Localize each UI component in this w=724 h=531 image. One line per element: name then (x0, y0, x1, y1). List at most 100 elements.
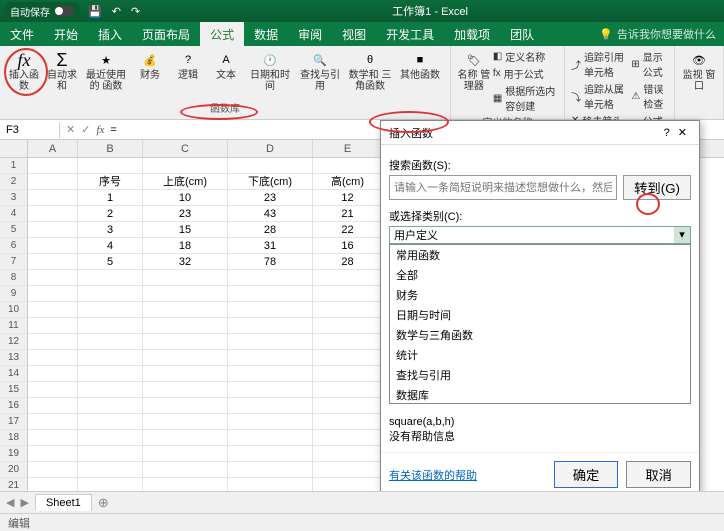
autosave-toggle[interactable]: 自动保存 (4, 2, 80, 21)
dropdown-option[interactable]: 数学与三角函数 (390, 325, 690, 345)
cell[interactable]: 23 (228, 190, 313, 206)
cell[interactable] (28, 222, 78, 238)
autosum-button[interactable]: Σ自动求和 (44, 48, 80, 94)
cell[interactable] (143, 446, 228, 462)
cell[interactable] (313, 446, 383, 462)
help-icon[interactable]: ? (660, 127, 674, 139)
dropdown-option[interactable]: 数据库 (390, 385, 690, 404)
cell[interactable] (313, 462, 383, 478)
cell[interactable] (78, 334, 143, 350)
redo-icon[interactable]: ↷ (131, 5, 140, 18)
sheet-nav-prev-icon[interactable]: ◀ (6, 496, 14, 509)
cell[interactable] (143, 366, 228, 382)
cell[interactable] (28, 254, 78, 270)
cell[interactable] (143, 414, 228, 430)
cell[interactable] (143, 318, 228, 334)
sheet-tab[interactable]: Sheet1 (35, 494, 92, 511)
cancel-button[interactable]: 取消 (626, 461, 691, 488)
cell[interactable] (28, 414, 78, 430)
dropdown-option[interactable]: 全部 (390, 265, 690, 285)
cell[interactable] (143, 462, 228, 478)
ok-button[interactable]: 确定 (554, 461, 619, 488)
cell[interactable]: 32 (143, 254, 228, 270)
chevron-down-icon[interactable]: ▾ (674, 227, 690, 243)
cell[interactable] (313, 382, 383, 398)
col-header[interactable]: A (28, 140, 78, 157)
cell[interactable]: 31 (228, 238, 313, 254)
enter-icon[interactable]: ✓ (81, 123, 90, 136)
tab-view[interactable]: 视图 (332, 22, 376, 46)
cell[interactable] (28, 190, 78, 206)
row-header[interactable]: 14 (0, 366, 28, 382)
cell[interactable]: 5 (78, 254, 143, 270)
insert-function-button[interactable]: fx插入函数 (6, 48, 42, 94)
watch-window-button[interactable]: 👁监视 窗口 (681, 48, 717, 94)
financial-button[interactable]: 💰财务 (132, 48, 168, 94)
cell[interactable] (28, 446, 78, 462)
trace-precedents-button[interactable]: ⤴追踪引用单元格 (571, 48, 629, 80)
name-manager-button[interactable]: 🏷名称 管理器 (457, 48, 491, 114)
cell[interactable]: 22 (313, 222, 383, 238)
dropdown-option[interactable]: 财务 (390, 285, 690, 305)
tab-devtools[interactable]: 开发工具 (376, 22, 444, 46)
cell[interactable] (313, 414, 383, 430)
cell[interactable]: 下底(cm) (228, 174, 313, 190)
cell[interactable] (228, 446, 313, 462)
define-name-button[interactable]: ◧定义名称 (493, 48, 558, 65)
cell[interactable] (78, 302, 143, 318)
cell[interactable]: 18 (143, 238, 228, 254)
row-header[interactable]: 2 (0, 174, 28, 190)
cell[interactable] (228, 158, 313, 174)
cell[interactable] (143, 270, 228, 286)
cell[interactable] (28, 238, 78, 254)
row-header[interactable]: 16 (0, 398, 28, 414)
show-formulas-button[interactable]: ⊞显示公式 (631, 48, 668, 80)
cell[interactable] (143, 302, 228, 318)
col-header[interactable]: B (78, 140, 143, 157)
cancel-icon[interactable]: ✕ (66, 123, 75, 136)
cell[interactable] (228, 398, 313, 414)
cell[interactable]: 1 (78, 190, 143, 206)
cell[interactable] (313, 270, 383, 286)
cell[interactable] (143, 398, 228, 414)
cell[interactable] (28, 462, 78, 478)
cell[interactable]: 4 (78, 238, 143, 254)
cell[interactable] (143, 350, 228, 366)
cell[interactable] (28, 158, 78, 174)
cell[interactable] (313, 398, 383, 414)
cell[interactable] (313, 302, 383, 318)
cell[interactable]: 高(cm) (313, 174, 383, 190)
cell[interactable] (228, 270, 313, 286)
cell[interactable] (228, 382, 313, 398)
cell[interactable]: 3 (78, 222, 143, 238)
cell[interactable] (78, 158, 143, 174)
cell[interactable] (28, 286, 78, 302)
cell[interactable] (28, 174, 78, 190)
row-header[interactable]: 10 (0, 302, 28, 318)
cell[interactable] (78, 414, 143, 430)
cell[interactable] (228, 430, 313, 446)
row-header[interactable]: 3 (0, 190, 28, 206)
row-header[interactable]: 6 (0, 238, 28, 254)
cell[interactable] (78, 382, 143, 398)
close-icon[interactable]: ✕ (674, 126, 691, 139)
row-header[interactable]: 13 (0, 350, 28, 366)
cell[interactable] (143, 286, 228, 302)
tab-addins[interactable]: 加载项 (444, 22, 500, 46)
cell[interactable] (228, 462, 313, 478)
datetime-button[interactable]: 🕐日期和时间 (246, 48, 294, 94)
cell[interactable] (78, 350, 143, 366)
dropdown-option[interactable]: 统计 (390, 345, 690, 365)
row-header[interactable]: 19 (0, 446, 28, 462)
cell[interactable] (313, 350, 383, 366)
cell[interactable] (228, 366, 313, 382)
cell[interactable] (28, 302, 78, 318)
cell[interactable]: 15 (143, 222, 228, 238)
tab-data[interactable]: 数据 (244, 22, 288, 46)
cell[interactable]: 12 (313, 190, 383, 206)
tell-me[interactable]: 💡 告诉我你想要做什么 (591, 22, 724, 46)
category-combo[interactable]: 用户定义 ▾ 常用函数全部财务日期与时间数学与三角函数统计查找与引用数据库文本逻… (389, 226, 691, 244)
cell[interactable] (78, 446, 143, 462)
row-header[interactable]: 12 (0, 334, 28, 350)
cell[interactable]: 28 (228, 222, 313, 238)
